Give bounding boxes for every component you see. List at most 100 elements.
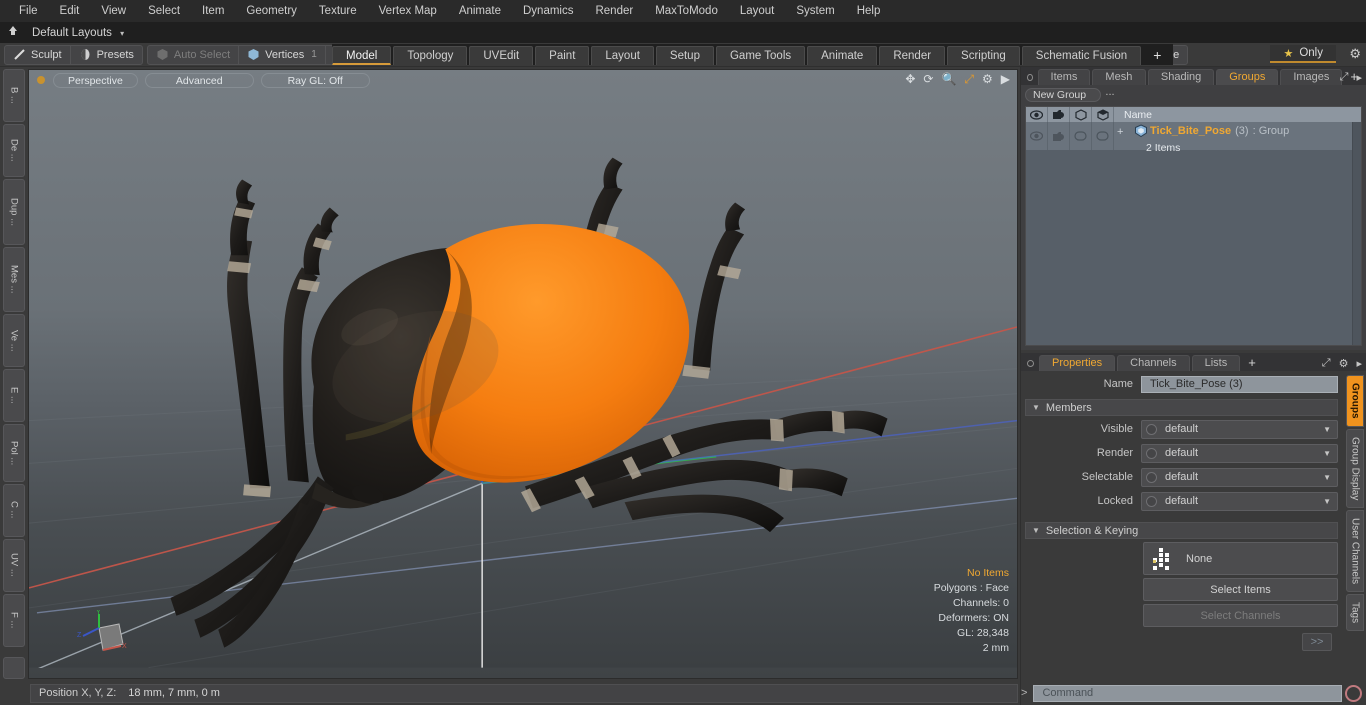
command-input[interactable]: Command (1033, 684, 1342, 702)
row-eye-toggle[interactable] (1026, 122, 1048, 150)
properties-tab-lists[interactable]: Lists (1191, 355, 1241, 371)
viewport-3d[interactable]: Perspective Advanced Ray GL: Off ✥ ⟳ 🔍 ⤢… (28, 69, 1018, 679)
render-dropdown[interactable]: default ▼ (1141, 443, 1338, 463)
right-tab-group-display[interactable]: Group Display (1346, 428, 1364, 508)
viewport-dot-icon[interactable] (37, 76, 45, 84)
left-tab-vertex[interactable]: Ve ... (3, 314, 25, 368)
selectable-dropdown[interactable]: default ▼ (1141, 467, 1338, 487)
tab-paint[interactable]: Paint (535, 46, 590, 65)
menu-item-help[interactable]: Help (846, 0, 892, 22)
home-icon[interactable] (0, 25, 26, 40)
cube-outline-icon[interactable] (1070, 107, 1092, 122)
menu-item-select[interactable]: Select (137, 0, 191, 22)
viewport-projection-button[interactable]: Perspective (53, 72, 138, 88)
locked-dropdown[interactable]: default ▼ (1141, 491, 1338, 511)
menu-item-animate[interactable]: Animate (448, 0, 512, 22)
expand-icon[interactable]: ⤢ (1340, 71, 1349, 84)
properties-add-tab-button[interactable]: + (1242, 355, 1262, 371)
tool-sculpt[interactable]: Sculpt (5, 45, 71, 64)
gear-icon[interactable]: ⚙ (982, 73, 993, 85)
menu-item-file[interactable]: File (8, 0, 49, 22)
tab-game-tools[interactable]: Game Tools (715, 46, 806, 65)
left-tab-duplicate[interactable]: Dup ... (3, 179, 25, 245)
menu-item-view[interactable]: View (90, 0, 137, 22)
menu-item-maxtomodo[interactable]: MaxToModo (644, 0, 729, 22)
tab-scripting[interactable]: Scripting (947, 46, 1020, 65)
select-items-button[interactable]: Select Items (1143, 578, 1338, 601)
panel-tab-mesh[interactable]: Mesh ... (1092, 69, 1146, 98)
tab-setup[interactable]: Setup (655, 46, 714, 65)
tab-layout[interactable]: Layout (591, 46, 654, 65)
table-row[interactable]: + Tick_Bite_Pose (3) : Group 2 Items (1026, 122, 1361, 154)
left-tab-edge[interactable]: E ... (3, 369, 25, 423)
scale-icon[interactable]: ⤢ (964, 73, 974, 85)
panel-menu-icon[interactable] (1027, 74, 1033, 81)
only-toggle[interactable]: ★ Only (1270, 45, 1336, 63)
visible-dropdown[interactable]: default ▼ (1141, 419, 1338, 439)
tab-schematic-fusion[interactable]: Schematic Fusion (1021, 46, 1142, 65)
menu-item-edit[interactable]: Edit (49, 0, 91, 22)
gear-icon[interactable]: ⚙ (1339, 357, 1349, 370)
menu-item-item[interactable]: Item (191, 0, 235, 22)
tab-uvedit[interactable]: UVEdit (469, 46, 534, 65)
selection-set-button[interactable]: None (1143, 542, 1338, 575)
menu-item-layout[interactable]: Layout (729, 0, 786, 22)
chevron-right-icon[interactable]: ▸ (1356, 357, 1362, 370)
expander-icon[interactable]: + (1117, 126, 1123, 138)
chevron-right-icon[interactable]: ▸ (1356, 71, 1362, 84)
menu-item-texture[interactable]: Texture (308, 0, 368, 22)
left-tab-polygon[interactable]: Pol ... (3, 424, 25, 482)
zoom-icon[interactable]: 🔍 (941, 73, 956, 85)
menu-item-dynamics[interactable]: Dynamics (512, 0, 584, 22)
right-tab-groups[interactable]: Groups (1346, 375, 1364, 427)
panel-tab-items[interactable]: Items (1037, 69, 1091, 85)
expand-icon[interactable]: ⤢ (1322, 357, 1331, 370)
viewport-shading-button[interactable]: Advanced (144, 72, 254, 88)
tab-render[interactable]: Render (879, 46, 946, 65)
menu-item-render[interactable]: Render (584, 0, 644, 22)
layout-selector[interactable]: Default Layouts ▾ (26, 27, 124, 39)
add-tab-button[interactable]: + (1143, 46, 1171, 65)
groups-tree[interactable]: Name + Tick_Bite_Pose (3): Group 2 Item… (1025, 106, 1362, 346)
groups-tree-scrollbar[interactable] (1352, 122, 1361, 345)
move-icon[interactable]: ✥ (905, 73, 915, 85)
properties-tab-properties[interactable]: Properties (1039, 355, 1116, 371)
right-tab-tags[interactable]: Tags (1346, 594, 1364, 632)
panel-tab-groups[interactable]: Groups (1216, 69, 1279, 85)
properties-menu-icon[interactable] (1027, 360, 1034, 367)
row-render-toggle[interactable] (1048, 122, 1070, 150)
members-section-header[interactable]: ▼ Members (1025, 399, 1338, 416)
panel-tab-images[interactable]: Images (1280, 69, 1343, 85)
select-channels-button[interactable]: Select Channels (1143, 604, 1338, 627)
left-tab-extra[interactable] (3, 657, 25, 680)
properties-tab-channels[interactable]: Channels (1117, 355, 1190, 371)
name-input[interactable]: Tick_Bite_Pose (3) (1141, 375, 1338, 393)
left-tab-basic[interactable]: B ... (3, 69, 25, 123)
viewport-raygl-button[interactable]: Ray GL: Off (260, 72, 370, 88)
new-group-button[interactable]: New Group (1025, 88, 1101, 102)
tool-auto-select[interactable]: Auto Select (148, 45, 240, 64)
row-outline-toggle[interactable] (1070, 122, 1092, 150)
panel-tab-shading[interactable]: Shading (1147, 69, 1215, 85)
render-icon[interactable] (1048, 107, 1070, 122)
left-tab-fusion[interactable]: F ... (3, 593, 25, 648)
menu-item-geometry[interactable]: Geometry (235, 0, 308, 22)
menu-item-vertex-map[interactable]: Vertex Map (368, 0, 448, 22)
tool-vertices[interactable]: Vertices 1 (239, 45, 326, 64)
left-tab-mesh-edit[interactable]: Mes ... (3, 246, 25, 313)
tab-animate[interactable]: Animate (807, 46, 878, 65)
tab-topology[interactable]: Topology (393, 46, 468, 65)
forward-button[interactable]: >> (1302, 633, 1332, 651)
menu-item-system[interactable]: System (785, 0, 845, 22)
play-icon[interactable]: ▶ (1001, 73, 1010, 85)
selection-keying-section-header[interactable]: ▼ Selection & Keying (1025, 522, 1338, 539)
row-shaded-toggle[interactable] (1092, 122, 1114, 150)
rotate-icon[interactable]: ⟳ (923, 73, 933, 85)
tab-model[interactable]: Model (332, 46, 392, 65)
left-tab-uv[interactable]: UV ... (3, 538, 25, 592)
right-tab-user-channels[interactable]: User Channels (1346, 509, 1364, 593)
left-tab-curve[interactable]: C ... (3, 483, 25, 537)
gear-icon[interactable]: ⚙ (1349, 46, 1361, 62)
left-tab-deform[interactable]: De ... (3, 124, 25, 178)
tool-presets[interactable]: Presets (71, 46, 142, 64)
